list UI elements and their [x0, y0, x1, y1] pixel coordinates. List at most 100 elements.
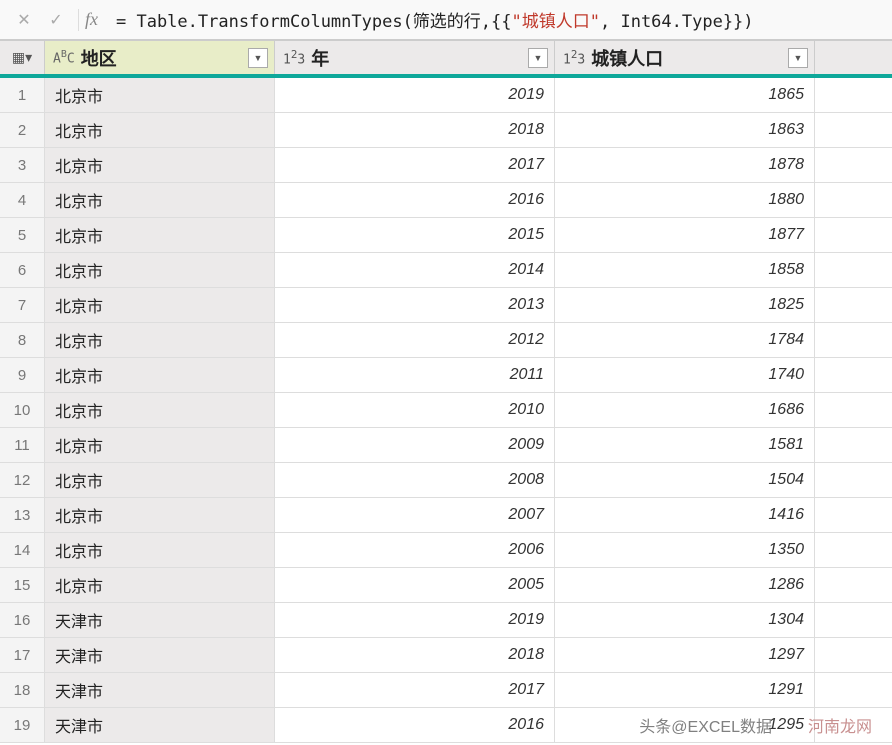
cell-year[interactable]: 2018 [275, 638, 555, 672]
cell-year[interactable]: 2017 [275, 673, 555, 707]
cell-year[interactable]: 2019 [275, 78, 555, 112]
cell-year[interactable]: 2005 [275, 568, 555, 602]
cell-region[interactable]: 北京市 [45, 498, 275, 532]
table-row[interactable]: 16 天津市 2019 1304 [0, 603, 892, 638]
cell-population[interactable]: 1863 [555, 113, 815, 147]
column-header-year[interactable]: 123 年 ▼ [275, 41, 555, 74]
cell-year[interactable]: 2011 [275, 358, 555, 392]
filter-dropdown[interactable]: ▼ [528, 48, 548, 68]
table-row[interactable]: 6 北京市 2014 1858 [0, 253, 892, 288]
row-number: 10 [0, 393, 45, 427]
cell-region[interactable]: 北京市 [45, 183, 275, 217]
cell-region[interactable]: 北京市 [45, 218, 275, 252]
cell-population[interactable]: 1740 [555, 358, 815, 392]
table-row[interactable]: 7 北京市 2013 1825 [0, 288, 892, 323]
cell-population[interactable]: 1291 [555, 673, 815, 707]
table-row[interactable]: 13 北京市 2007 1416 [0, 498, 892, 533]
cell-region[interactable]: 天津市 [45, 603, 275, 637]
cell-population[interactable]: 1878 [555, 148, 815, 182]
filter-dropdown[interactable]: ▼ [248, 48, 268, 68]
table-row[interactable]: 17 天津市 2018 1297 [0, 638, 892, 673]
cell-year[interactable]: 2017 [275, 148, 555, 182]
row-number: 11 [0, 428, 45, 462]
table-row[interactable]: 2 北京市 2018 1863 [0, 113, 892, 148]
table-row[interactable]: 8 北京市 2012 1784 [0, 323, 892, 358]
cell-region[interactable]: 北京市 [45, 253, 275, 287]
cell-region[interactable]: 北京市 [45, 568, 275, 602]
cell-year[interactable]: 2007 [275, 498, 555, 532]
cell-population[interactable]: 1686 [555, 393, 815, 427]
cell-region[interactable]: 北京市 [45, 78, 275, 112]
row-number: 18 [0, 673, 45, 707]
cell-region[interactable]: 北京市 [45, 358, 275, 392]
cell-year[interactable]: 2016 [275, 708, 555, 742]
type-number-icon: 123 [563, 48, 585, 67]
cell-population[interactable]: 1581 [555, 428, 815, 462]
cell-population[interactable]: 1877 [555, 218, 815, 252]
table-row[interactable]: 3 北京市 2017 1878 [0, 148, 892, 183]
cell-region[interactable]: 北京市 [45, 393, 275, 427]
row-number: 8 [0, 323, 45, 357]
column-header-population[interactable]: 123 城镇人口 ▼ [555, 41, 815, 74]
table-row[interactable]: 14 北京市 2006 1350 [0, 533, 892, 568]
cancel-button[interactable]: ✕ [8, 6, 40, 34]
watermark-text: 头条@EXCEL数据 [639, 713, 772, 737]
type-text-icon: ABC [53, 49, 75, 66]
data-grid: ▦▾ ABC 地区 ▼ 123 年 ▼ 123 城镇人口 ▼ 1 北京市 201… [0, 40, 892, 743]
row-number: 1 [0, 78, 45, 112]
cell-population[interactable]: 1880 [555, 183, 815, 217]
cell-year[interactable]: 2015 [275, 218, 555, 252]
table-row[interactable]: 18 天津市 2017 1291 [0, 673, 892, 708]
row-number: 13 [0, 498, 45, 532]
cell-region[interactable]: 天津市 [45, 638, 275, 672]
cell-year[interactable]: 2016 [275, 183, 555, 217]
cell-year[interactable]: 2006 [275, 533, 555, 567]
cell-population[interactable]: 1504 [555, 463, 815, 497]
column-label: 地区 [81, 45, 117, 71]
row-number: 15 [0, 568, 45, 602]
formula-input[interactable]: = Table.TransformColumnTypes(筛选的行,{{"城镇人… [116, 7, 754, 32]
cell-year[interactable]: 2014 [275, 253, 555, 287]
cell-population[interactable]: 1304 [555, 603, 815, 637]
filter-dropdown[interactable]: ▼ [788, 48, 808, 68]
cell-region[interactable]: 北京市 [45, 148, 275, 182]
table-row[interactable]: 15 北京市 2005 1286 [0, 568, 892, 603]
cell-population[interactable]: 1286 [555, 568, 815, 602]
column-header-region[interactable]: ABC 地区 ▼ [45, 41, 275, 74]
cell-year[interactable]: 2009 [275, 428, 555, 462]
cell-population[interactable]: 1416 [555, 498, 815, 532]
cell-year[interactable]: 2008 [275, 463, 555, 497]
cell-population[interactable]: 1825 [555, 288, 815, 322]
cell-region[interactable]: 北京市 [45, 113, 275, 147]
table-row[interactable]: 9 北京市 2011 1740 [0, 358, 892, 393]
table-row[interactable]: 10 北京市 2010 1686 [0, 393, 892, 428]
cell-population[interactable]: 1784 [555, 323, 815, 357]
cell-population[interactable]: 1865 [555, 78, 815, 112]
table-row[interactable]: 5 北京市 2015 1877 [0, 218, 892, 253]
cell-region[interactable]: 北京市 [45, 428, 275, 462]
cell-population[interactable]: 1297 [555, 638, 815, 672]
cell-region[interactable]: 北京市 [45, 323, 275, 357]
confirm-button[interactable]: ✓ [40, 6, 72, 34]
cell-region[interactable]: 北京市 [45, 533, 275, 567]
formula-prefix: = Table.TransformColumnTypes(筛选的行,{{ [116, 12, 512, 32]
row-number: 16 [0, 603, 45, 637]
row-number: 7 [0, 288, 45, 322]
cell-year[interactable]: 2018 [275, 113, 555, 147]
cell-region[interactable]: 天津市 [45, 673, 275, 707]
cell-population[interactable]: 1350 [555, 533, 815, 567]
table-row[interactable]: 12 北京市 2008 1504 [0, 463, 892, 498]
cell-year[interactable]: 2012 [275, 323, 555, 357]
cell-region[interactable]: 天津市 [45, 708, 275, 742]
table-row[interactable]: 4 北京市 2016 1880 [0, 183, 892, 218]
cell-region[interactable]: 北京市 [45, 463, 275, 497]
cell-region[interactable]: 北京市 [45, 288, 275, 322]
table-icon: ▦▾ [12, 49, 32, 66]
table-row[interactable]: 11 北京市 2009 1581 [0, 428, 892, 463]
cell-population[interactable]: 1858 [555, 253, 815, 287]
table-row[interactable]: 1 北京市 2019 1865 [0, 78, 892, 113]
table-corner[interactable]: ▦▾ [0, 41, 45, 74]
cell-year[interactable]: 2010 [275, 393, 555, 427]
cell-year[interactable]: 2019 [275, 603, 555, 637]
cell-year[interactable]: 2013 [275, 288, 555, 322]
